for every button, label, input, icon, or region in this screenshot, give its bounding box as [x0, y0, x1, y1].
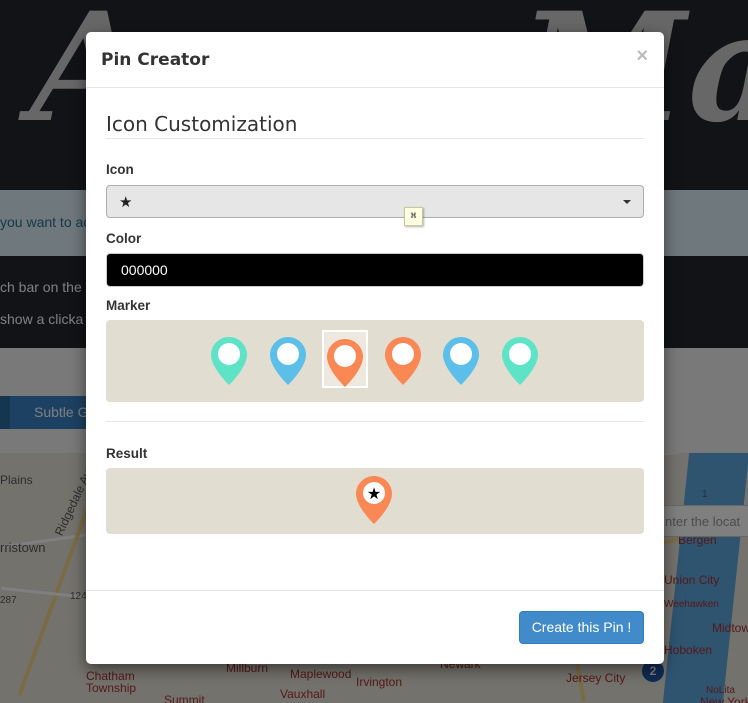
modal-title: Pin Creator: [101, 50, 210, 70]
map-pin-icon: [211, 337, 247, 385]
marker-option[interactable]: [380, 330, 426, 388]
marker-option[interactable]: [438, 330, 484, 388]
star-icon: ★: [119, 194, 133, 211]
marker-option[interactable]: [497, 330, 543, 388]
result-pin-icon: ★: [356, 476, 392, 524]
marker-label: Marker: [106, 298, 151, 313]
footer-divider: [86, 590, 664, 591]
icon-label: Icon: [106, 162, 134, 177]
map-pin-icon: [502, 337, 538, 385]
marker-options: [106, 320, 644, 402]
map-pin-icon: [327, 339, 363, 387]
section-title: Icon Customization: [106, 112, 298, 136]
marker-option[interactable]: [206, 330, 252, 388]
color-input[interactable]: 000000: [106, 253, 644, 287]
modal-header: Pin Creator ×: [86, 32, 664, 88]
color-label: Color: [106, 231, 142, 246]
icon-select[interactable]: ★: [106, 185, 644, 218]
map-pin-icon: [270, 337, 306, 385]
map-pin-icon: [443, 337, 479, 385]
cursor-tooltip-icon: ⌘: [404, 207, 423, 226]
divider: [106, 421, 644, 422]
close-button[interactable]: ×: [636, 46, 648, 66]
pin-creator-modal: Pin Creator × Icon Customization Icon ★ …: [86, 32, 664, 664]
result-label: Result: [106, 446, 148, 461]
marker-option[interactable]: [265, 330, 311, 388]
marker-option[interactable]: [322, 330, 368, 388]
result-preview: ★: [106, 468, 644, 534]
create-pin-button[interactable]: Create this Pin !: [519, 611, 644, 644]
map-pin-icon: [385, 337, 421, 385]
caret-down-icon: [623, 200, 631, 204]
section-divider: [106, 138, 644, 139]
result-star-icon: ★: [367, 484, 381, 503]
